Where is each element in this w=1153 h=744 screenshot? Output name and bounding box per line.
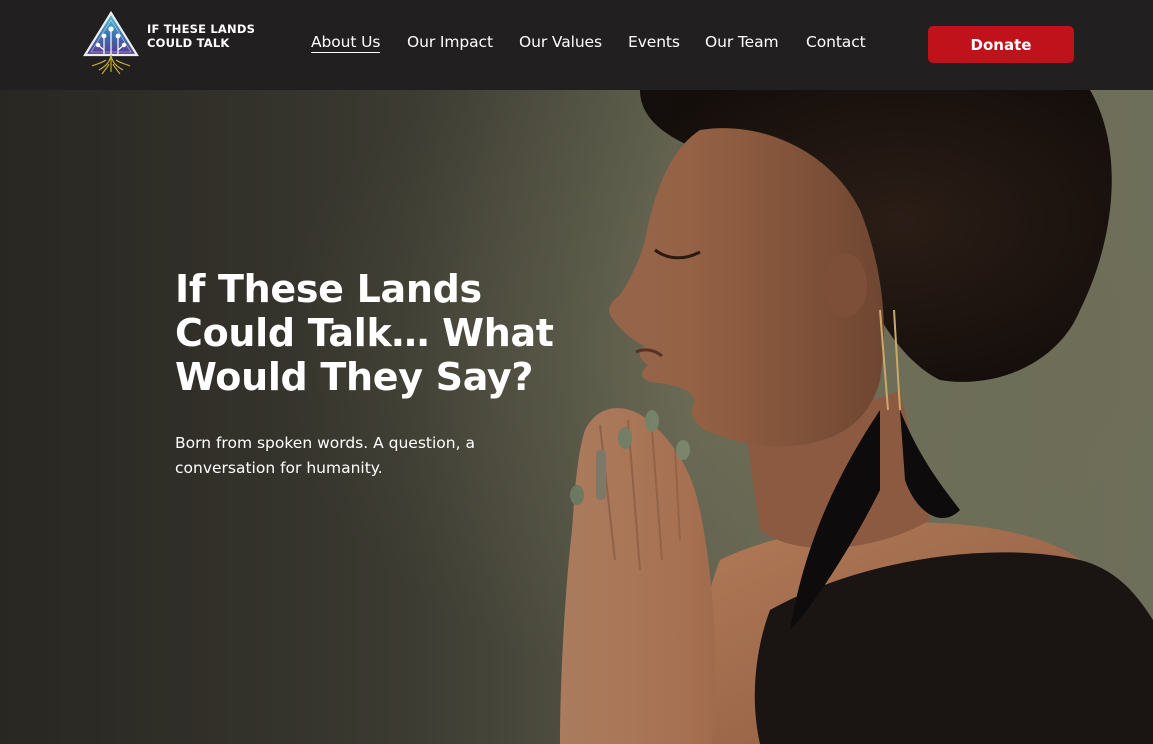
hero-subtitle: Born from spoken words. A question, a co… xyxy=(175,434,475,477)
site-logo-text: IF THESE LANDS COULD TALK xyxy=(147,22,255,50)
nav-item-about-us[interactable]: About Us xyxy=(311,33,380,53)
page: IF THESE LANDS COULD TALK About Us Our I… xyxy=(0,0,1153,744)
nav-item-our-values[interactable]: Our Values xyxy=(519,33,602,51)
logo-text-line1: IF THESE LANDS xyxy=(147,22,256,36)
hero-section: If These Lands Could Talk… What Would Th… xyxy=(0,90,1153,744)
site-logo[interactable]: IF THESE LANDS COULD TALK xyxy=(82,10,255,76)
hero-title: If These Lands Could Talk… What Would Th… xyxy=(175,267,554,399)
donate-button[interactable]: Donate xyxy=(928,26,1074,63)
triangle-circuit-roots-icon xyxy=(83,10,139,75)
site-header: IF THESE LANDS COULD TALK About Us Our I… xyxy=(0,0,1153,90)
logo-text-line2: COULD TALK xyxy=(147,36,230,50)
hero-photo-woman-praying xyxy=(560,90,1153,744)
nav-item-our-team[interactable]: Our Team xyxy=(705,33,779,51)
nav-item-our-impact[interactable]: Our Impact xyxy=(407,33,493,51)
nav-item-contact[interactable]: Contact xyxy=(806,33,866,51)
nav-item-events[interactable]: Events xyxy=(628,33,680,51)
